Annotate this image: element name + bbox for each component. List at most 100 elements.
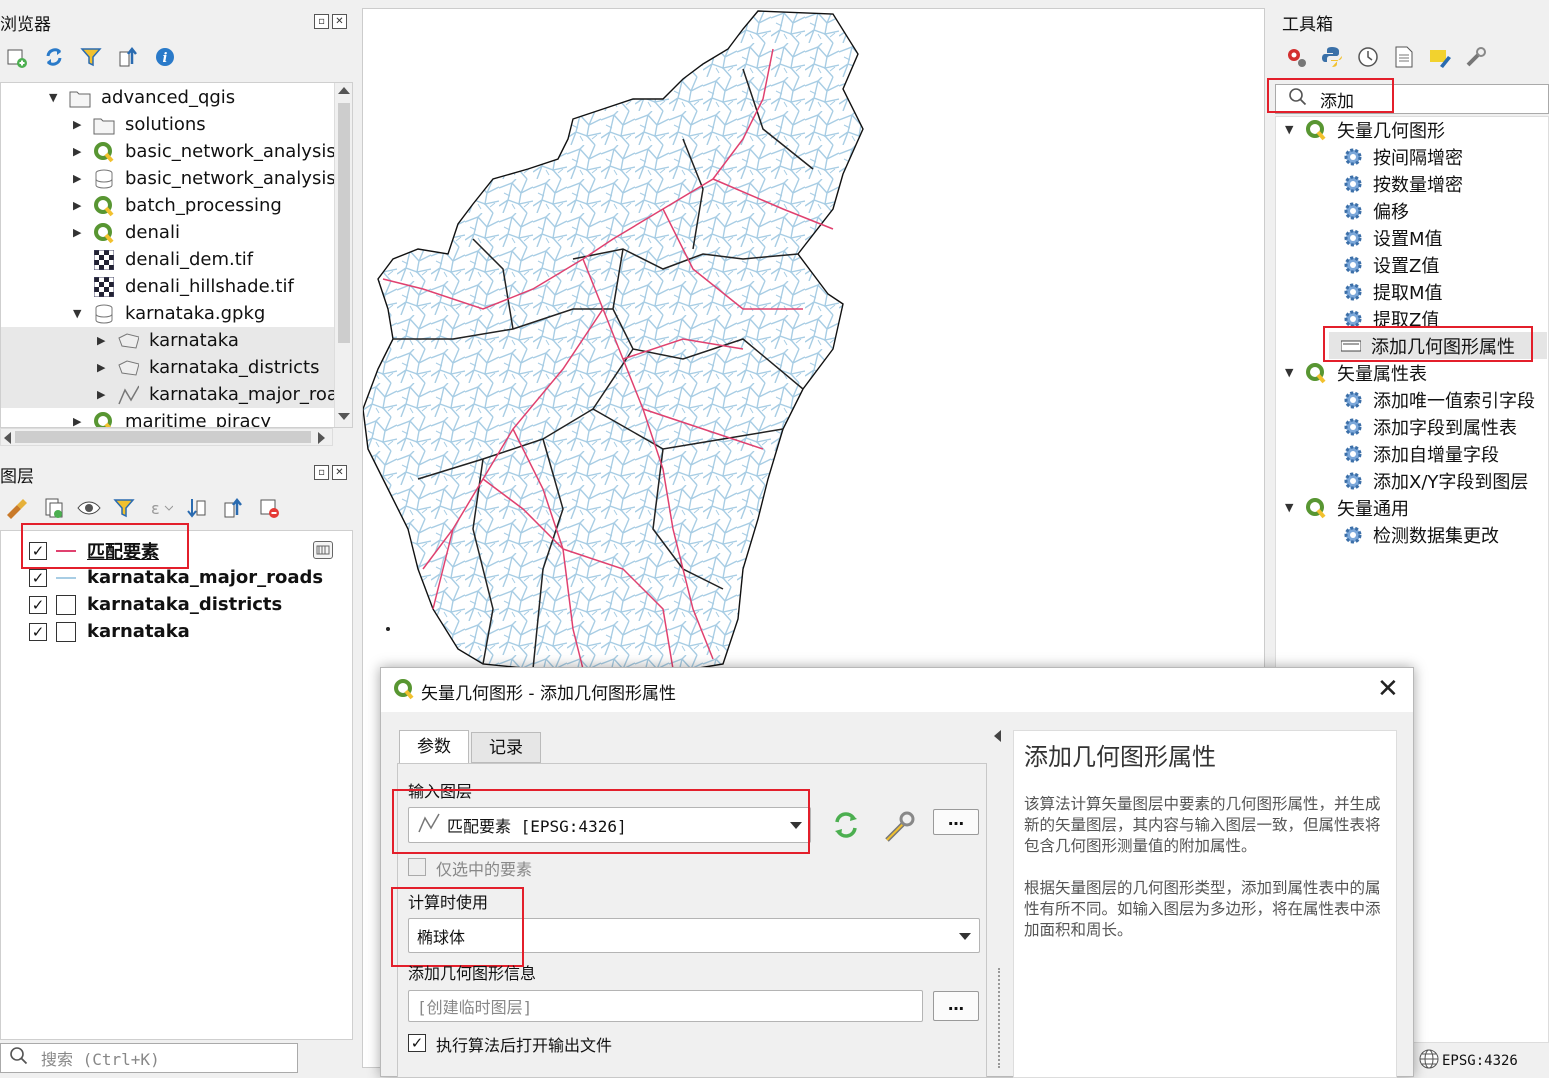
options-wrench-icon[interactable] [1463,44,1489,70]
expand-arrow-icon[interactable]: ▼ [1285,123,1295,136]
browser-item-karnataka-major-roads[interactable]: ▶ karnataka_major_roads [97,381,352,408]
tool-item[interactable]: 检测数据集更改 [1343,521,1499,548]
expand-arrow-icon[interactable]: ▼ [73,307,83,320]
browser-item-karnataka-gpkg[interactable]: ▼ karnataka.gpkg [73,300,265,327]
browser-item-advanced-qgis[interactable]: ▼ advanced_qgis [49,84,235,111]
browser-item-denali-dem[interactable]: denali_dem.tif [93,246,253,273]
add-layer-icon[interactable] [4,44,30,70]
splitter-handle[interactable] [998,968,1000,1068]
tool-item[interactable]: 添加字段到属性表 [1343,413,1517,440]
results-viewer-icon[interactable] [1391,44,1417,70]
tool-item[interactable]: 设置M值 [1343,224,1443,251]
browser-item-karnataka-districts[interactable]: ▶ karnataka_districts [97,354,319,381]
toolbox-group-vector-geometry[interactable]: ▼ 矢量几何图形 [1285,116,1445,143]
tab-log[interactable]: 记录 [471,732,541,763]
layer-checkbox[interactable]: ✓ [29,622,47,641]
tool-item[interactable]: 添加X/Y字段到图层 [1343,467,1528,494]
info-icon[interactable]: i [152,44,178,70]
tool-item[interactable]: 按间隔增密 [1343,143,1463,170]
collapse-all-icon[interactable] [220,495,246,521]
browser-item-maritime-piracy[interactable]: ▶ maritime_piracy [73,408,271,427]
expression-filter-icon[interactable]: ε [148,495,174,521]
dialog-close-icon[interactable]: ✕ [1377,674,1399,704]
models-gear-icon[interactable] [1283,44,1309,70]
expand-arrow-icon[interactable]: ▼ [1285,501,1295,514]
iterate-icon[interactable] [829,808,863,846]
browser-vscrollbar[interactable] [334,83,352,427]
toolbox-group-label: 矢量几何图形 [1337,120,1445,142]
remove-layer-icon[interactable] [256,495,282,521]
crs-status[interactable]: EPSG:4326 [1418,1048,1518,1074]
tool-item[interactable]: 添加自增量字段 [1343,440,1499,467]
algorithm-gear-icon [1344,148,1362,165]
browser-hscrollbar[interactable] [0,428,333,446]
tool-label: 偏移 [1373,201,1409,223]
browser-item-label: denali_dem.tif [125,249,254,270]
expand-arrow-icon[interactable]: ▶ [73,226,83,239]
history-clock-icon[interactable] [1355,44,1381,70]
browser-item-basic-network-gpkg[interactable]: ▶ basic_network_analysis.g [73,165,352,192]
tool-item[interactable]: 设置Z值 [1343,251,1439,278]
float-icon[interactable]: ▫ [314,465,329,480]
scroll-right-icon[interactable] [318,432,325,444]
filter-icon[interactable] [78,44,104,70]
tool-item[interactable]: 提取M值 [1343,278,1443,305]
locator-search[interactable]: 搜索 (Ctrl+K) [0,1043,298,1073]
browser-item-denali[interactable]: ▶ denali [73,219,180,246]
add-group-icon[interactable] [40,495,66,521]
scroll-down-icon[interactable] [338,413,350,420]
input-layer-more-button[interactable]: … [933,809,979,835]
browser-item-basic-network-analysis[interactable]: ▶ basic_network_analysis [73,138,336,165]
layer-item-districts[interactable]: ✓ karnataka_districts [29,591,282,618]
close-icon[interactable]: ✕ [332,14,347,29]
geopackage-icon [93,303,115,325]
float-icon[interactable]: ▫ [314,14,329,29]
expand-arrow-icon[interactable]: ▶ [73,118,83,131]
collapse-help-icon[interactable] [994,730,1001,742]
expand-arrow-icon[interactable]: ▶ [97,388,107,401]
layers-list[interactable]: ✓ 匹配要素 ✓ karnataka_major_roads ✓ karnata… [0,530,353,1040]
scroll-thumb[interactable] [15,431,311,443]
scroll-left-icon[interactable] [4,432,11,444]
expand-arrow-icon[interactable]: ▶ [73,172,83,185]
style-brush-icon[interactable] [4,495,30,521]
expand-arrow-icon[interactable]: ▼ [49,91,59,104]
tool-item[interactable]: 偏移 [1343,197,1409,224]
selected-only-checkbox[interactable] [408,858,426,876]
browser-item-batch-processing[interactable]: ▶ batch_processing [73,192,282,219]
edit-features-icon[interactable] [1427,44,1453,70]
refresh-icon[interactable] [41,44,67,70]
layer-checkbox[interactable]: ✓ [29,568,47,587]
scroll-up-icon[interactable] [338,87,350,94]
toolbox-group-vector-general[interactable]: ▼ 矢量通用 [1285,494,1409,521]
output-input[interactable]: [创建临时图层] [408,990,923,1022]
visibility-eye-icon[interactable] [76,495,102,521]
browser-item-karnataka[interactable]: ▶ karnataka [97,327,239,354]
layer-item-karnataka[interactable]: ✓ karnataka [29,618,190,645]
layer-checkbox[interactable]: ✓ [29,595,47,614]
advanced-wrench-icon[interactable] [881,808,917,848]
filter-legend-icon[interactable] [112,495,138,521]
expand-arrow-icon[interactable]: ▶ [73,145,83,158]
expand-arrow-icon[interactable]: ▶ [73,199,83,212]
tool-item[interactable]: 添加唯一值索引字段 [1343,386,1535,413]
search-icon [9,1046,29,1070]
browser-item-solutions[interactable]: ▶ solutions [73,111,206,138]
tool-item[interactable]: 按数量增密 [1343,170,1463,197]
close-icon[interactable]: ✕ [332,465,347,480]
tab-parameters[interactable]: 参数 [399,730,469,764]
expand-all-icon[interactable] [184,495,210,521]
toolbox-group-vector-table[interactable]: ▼ 矢量属性表 [1285,359,1427,386]
output-more-button[interactable]: … [933,991,979,1021]
open-output-checkbox[interactable]: ✓ [408,1034,426,1052]
python-icon[interactable] [1319,44,1345,70]
scroll-thumb[interactable] [338,103,350,343]
collapse-all-icon[interactable] [115,44,141,70]
browser-tree[interactable]: ▼ advanced_qgis ▶ solutions ▶ basic_netw… [0,82,353,428]
expand-arrow-icon[interactable]: ▼ [1285,366,1295,379]
browser-item-denali-hillshade[interactable]: denali_hillshade.tif [93,273,294,300]
expand-arrow-icon[interactable]: ▶ [97,334,107,347]
layer-indicator-icon[interactable] [313,541,333,559]
expand-arrow-icon[interactable]: ▶ [97,361,107,374]
expand-arrow-icon[interactable]: ▶ [73,415,83,427]
